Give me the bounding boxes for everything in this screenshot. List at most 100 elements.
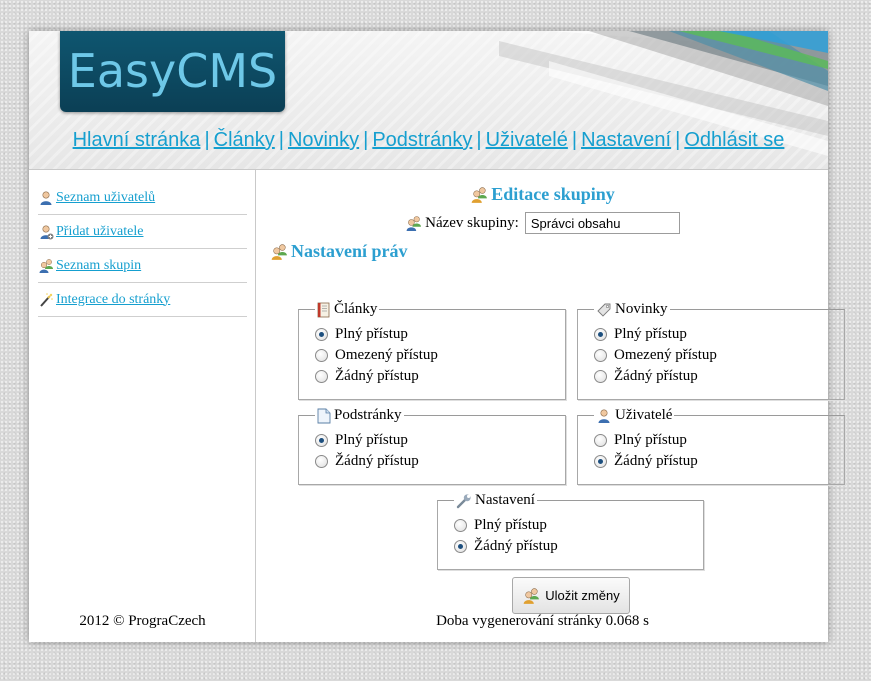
nav-articles[interactable]: Články — [214, 129, 275, 151]
nav-home[interactable]: Hlavní stránka — [73, 129, 201, 151]
rights-title: Nastavení práv — [270, 241, 408, 262]
radio-label: Omezený přístup — [335, 347, 438, 363]
group-icon — [523, 587, 540, 604]
page-container: EasyCMS Hlavní stránka | Články | Novinky | Po… — [29, 31, 845, 642]
radio-option[interactable]: Omezený přístup — [315, 345, 565, 366]
nav-settings[interactable]: Nastavení — [581, 129, 671, 151]
nav-subpages[interactable]: Podstránky — [372, 129, 472, 151]
wrench-icon — [456, 493, 471, 508]
radio-button[interactable] — [594, 370, 607, 383]
group-icon — [39, 258, 53, 273]
sidebar-item-integration: Integrace do stránky — [38, 283, 247, 317]
radio-option[interactable]: Plný přístup — [454, 515, 703, 536]
generation-time: Doba vygenerování stránky 0.068 s — [436, 613, 649, 629]
fieldset-users: Uživatelé Plný přístup Žádný přístup — [577, 407, 845, 485]
book-icon — [317, 302, 330, 317]
nav-logout[interactable]: Odhlásit se — [684, 129, 784, 151]
nav-separator: | — [278, 129, 284, 151]
sidebar-item-add-user: Přidat uživatele — [38, 215, 247, 249]
radio-label: Žádný přístup — [335, 453, 419, 469]
sidebar-link-add-user[interactable]: Přidat uživatele — [56, 224, 143, 240]
radio-option[interactable]: Plný přístup — [594, 430, 844, 451]
page-icon — [317, 408, 331, 423]
magic-wand-icon — [40, 292, 53, 307]
nav-separator: | — [204, 129, 210, 151]
radio-label: Plný přístup — [614, 326, 687, 342]
radio-label: Plný přístup — [614, 432, 687, 448]
nav-separator: | — [675, 129, 681, 151]
radio-button[interactable] — [594, 349, 607, 362]
sidebar: Seznam uživatelů Přidat uživatele Seznam… — [29, 170, 256, 642]
radio-button[interactable] — [454, 540, 467, 553]
fieldset-settings-legend: Nastavení — [454, 492, 537, 509]
group-name-input[interactable] — [524, 212, 680, 234]
copyright: 2012 © PrograCzech — [79, 613, 206, 629]
nav-users[interactable]: Uživatelé — [486, 129, 568, 151]
radio-label: Žádný přístup — [614, 368, 698, 384]
nav-separator: | — [476, 129, 482, 151]
nav-news[interactable]: Novinky — [288, 129, 359, 151]
radio-label: Plný přístup — [474, 517, 547, 533]
radio-option[interactable]: Plný přístup — [315, 430, 565, 451]
sidebar-menu: Seznam uživatelů Přidat uživatele Seznam… — [38, 181, 247, 317]
fieldset-news-title: Novinky — [615, 301, 668, 317]
fieldset-subpages: Podstránky Plný přístup Žádný přístup — [298, 407, 566, 485]
group-icon — [406, 215, 422, 231]
radio-option[interactable]: Plný přístup — [315, 324, 565, 345]
radio-label: Plný přístup — [335, 432, 408, 448]
header: EasyCMS Hlavní stránka | Články | Novinky | Po… — [29, 31, 828, 170]
save-button[interactable]: Uložit změny — [512, 577, 630, 614]
radio-button[interactable] — [594, 328, 607, 341]
radio-label: Omezený přístup — [614, 347, 717, 363]
radio-button[interactable] — [315, 349, 328, 362]
logo[interactable]: EasyCMS — [60, 31, 285, 112]
main-content: Editace skupiny Název skupiny: Nastavení… — [257, 170, 845, 642]
group-icon — [271, 243, 287, 260]
sidebar-link-user-list[interactable]: Seznam uživatelů — [56, 190, 155, 206]
radio-label: Plný přístup — [335, 326, 408, 342]
main-nav: Hlavní stránka | Články | Novinky | Podstránky… — [29, 129, 828, 152]
fieldset-subpages-title: Podstránky — [334, 407, 402, 423]
radio-option[interactable]: Plný přístup — [594, 324, 844, 345]
radio-button[interactable] — [315, 434, 328, 447]
group-name-row: Název skupiny: — [257, 212, 828, 234]
add-user-icon — [40, 224, 54, 239]
radio-button[interactable] — [315, 455, 328, 468]
radio-label: Žádný přístup — [614, 453, 698, 469]
tag-icon — [597, 303, 611, 317]
fieldset-articles: Články Plný přístup Omezený přístup Žádn… — [298, 301, 566, 400]
radio-label: Žádný přístup — [335, 368, 419, 384]
rights-title-text: Nastavení práv — [291, 241, 408, 261]
nav-separator: | — [571, 129, 578, 151]
page-title: Editace skupiny — [257, 184, 828, 205]
fieldset-users-title: Uživatelé — [615, 407, 673, 423]
nav-separator: | — [363, 129, 369, 151]
radio-button[interactable] — [315, 328, 328, 341]
radio-button[interactable] — [315, 370, 328, 383]
sidebar-link-group-list[interactable]: Seznam skupin — [56, 258, 141, 274]
user-icon — [598, 408, 610, 423]
radio-option[interactable]: Žádný přístup — [594, 366, 844, 387]
sidebar-item-user-list: Seznam uživatelů — [38, 181, 247, 215]
radio-option[interactable]: Omezený přístup — [594, 345, 844, 366]
page-title-text: Editace skupiny — [491, 184, 615, 204]
fieldset-subpages-legend: Podstránky — [315, 407, 404, 424]
radio-option[interactable]: Žádný přístup — [594, 451, 844, 472]
radio-option[interactable]: Žádný přístup — [454, 536, 703, 557]
radio-option[interactable]: Žádný přístup — [315, 366, 565, 387]
fieldset-articles-legend: Články — [315, 301, 379, 318]
fieldset-news-legend: Novinky — [594, 301, 670, 318]
sidebar-link-integration[interactable]: Integrace do stránky — [56, 292, 170, 308]
fieldset-settings: Nastavení Plný přístup Žádný přístup — [437, 492, 704, 570]
user-icon — [40, 190, 52, 205]
fieldset-articles-title: Články — [334, 301, 378, 317]
radio-button[interactable] — [594, 455, 607, 468]
fieldset-settings-title: Nastavení — [475, 492, 535, 508]
group-name-label: Název skupiny: — [425, 214, 519, 231]
fieldset-users-legend: Uživatelé — [594, 407, 674, 424]
radio-button[interactable] — [454, 519, 467, 532]
fieldset-news: Novinky Plný přístup Omezený přístup Žád… — [577, 301, 845, 400]
radio-option[interactable]: Žádný přístup — [315, 451, 565, 472]
sidebar-item-group-list: Seznam skupin — [38, 249, 247, 283]
radio-button[interactable] — [594, 434, 607, 447]
